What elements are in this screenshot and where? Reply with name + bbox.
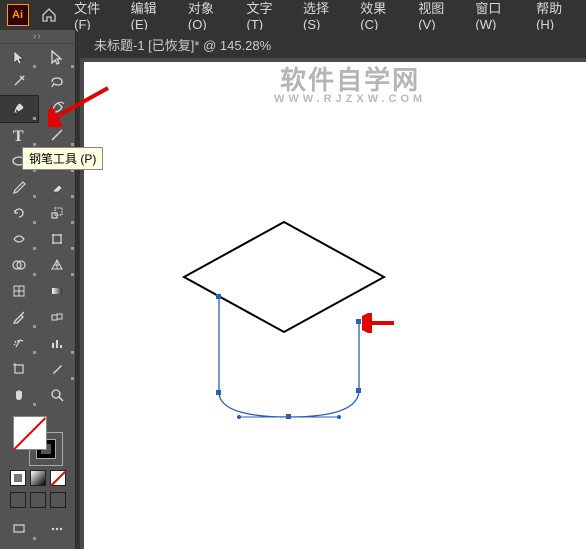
blend-tool[interactable] <box>38 304 76 330</box>
home-icon[interactable] <box>37 4 60 26</box>
edit-toolbar-button[interactable] <box>38 516 76 542</box>
symbol-sprayer-tool[interactable] <box>0 330 38 356</box>
eraser-tool[interactable] <box>38 174 76 200</box>
graph-tool[interactable] <box>38 330 76 356</box>
canvas-area[interactable]: 软件自学网 WWW.RJZXW.COM <box>80 58 586 549</box>
document-tab[interactable]: 未标题-1 [已恢复]* @ 145.28% <box>86 31 279 58</box>
gradient-tool[interactable] <box>38 278 76 304</box>
magic-wand-tool[interactable] <box>0 70 38 96</box>
pen-tool[interactable] <box>0 96 38 122</box>
shaper-tool[interactable] <box>0 174 38 200</box>
draw-normal-icon[interactable] <box>10 492 26 508</box>
selection-tool[interactable] <box>0 44 38 70</box>
curvature-tool[interactable] <box>38 96 76 122</box>
zoom-tool[interactable] <box>38 382 76 408</box>
line-tool[interactable] <box>38 122 76 148</box>
scale-tool[interactable] <box>38 200 76 226</box>
svg-text:T: T <box>13 128 24 143</box>
artboard[interactable]: 软件自学网 WWW.RJZXW.COM <box>84 62 586 549</box>
color-swatch-area <box>0 412 75 510</box>
pen-path-in-progress <box>216 294 361 419</box>
hand-tool[interactable] <box>0 382 38 408</box>
toolbox: ›› T <box>0 30 76 549</box>
app-icon: Ai <box>4 1 31 29</box>
gradient-mode-icon[interactable] <box>30 470 46 486</box>
pen-tool-tooltip: 钢笔工具 (P) <box>22 147 103 170</box>
color-mode-icon[interactable] <box>10 470 26 486</box>
free-transform-tool[interactable] <box>38 226 76 252</box>
draw-behind-icon[interactable] <box>30 492 46 508</box>
artboard-tool[interactable] <box>0 356 38 382</box>
fill-stroke-control[interactable] <box>13 416 63 466</box>
direct-selection-tool[interactable] <box>38 44 76 70</box>
hat-top-shape <box>184 222 384 332</box>
menu-bar: Ai 文件(F) 编辑(E) 对象(O) 文字(T) 选择(S) 效果(C) 视… <box>0 0 586 30</box>
none-mode-icon[interactable] <box>50 470 66 486</box>
shape-builder-tool[interactable] <box>0 252 38 278</box>
perspective-tool[interactable] <box>38 252 76 278</box>
screen-mode-tool[interactable] <box>0 516 38 542</box>
draw-inside-icon[interactable] <box>50 492 66 508</box>
artwork <box>84 62 584 542</box>
ai-logo-icon: Ai <box>7 4 29 26</box>
fill-swatch[interactable] <box>13 416 47 450</box>
document-tab-bar: 未标题-1 [已恢复]* @ 145.28% <box>80 30 586 58</box>
width-tool[interactable] <box>0 226 38 252</box>
type-tool[interactable]: T <box>0 122 38 148</box>
lasso-tool[interactable] <box>38 70 76 96</box>
toolbox-grip[interactable]: ›› <box>0 30 75 44</box>
mesh-tool[interactable] <box>0 278 38 304</box>
eyedropper-tool[interactable] <box>0 304 38 330</box>
rotate-tool[interactable] <box>0 200 38 226</box>
slice-tool[interactable] <box>38 356 76 382</box>
